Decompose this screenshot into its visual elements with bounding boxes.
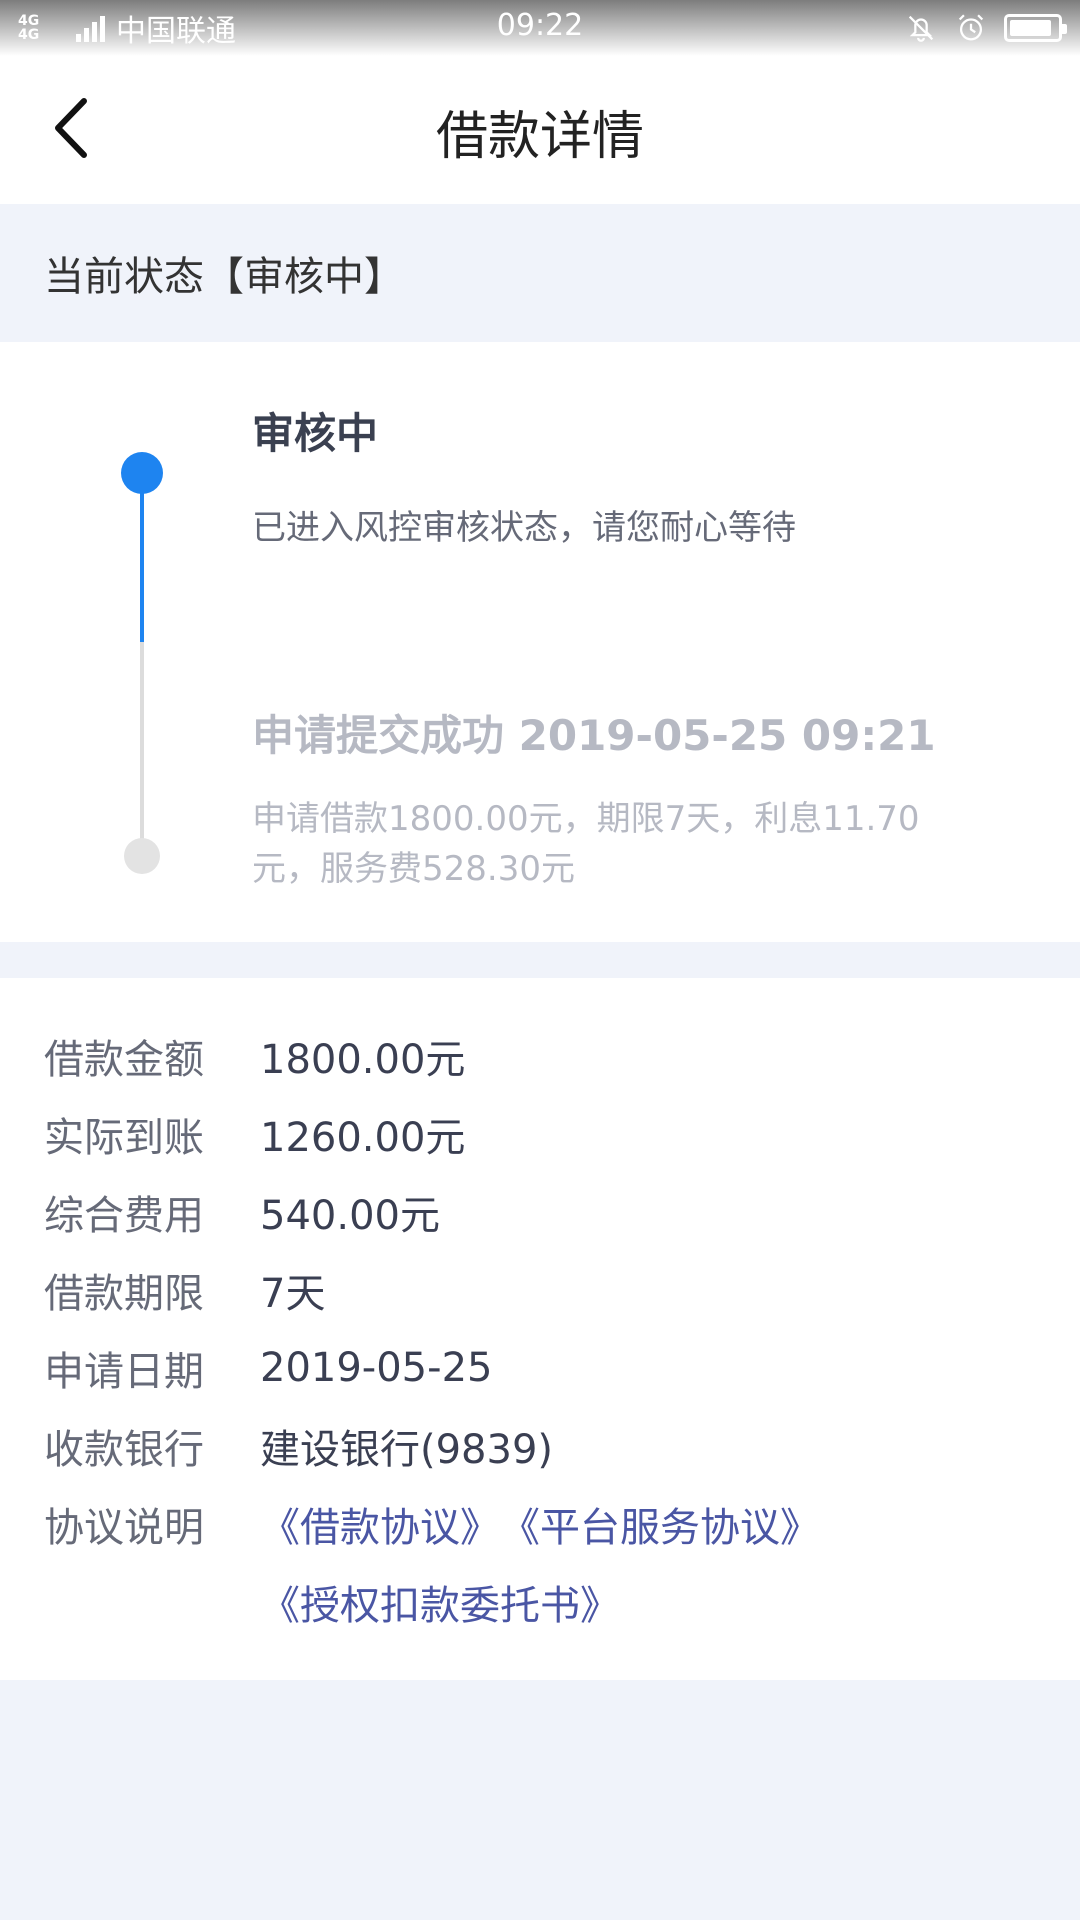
timeline-line-inactive <box>140 642 144 852</box>
detail-label: 借款期限 <box>44 1271 204 1317</box>
detail-label: 申请日期 <box>44 1349 204 1395</box>
detail-row-apply-date: 申请日期 2019-05-25 <box>44 1338 492 1398</box>
timeline-step-title: 申请提交成功 2019-05-25 09:21 <box>252 711 936 760</box>
platform-service-agreement-link[interactable]: 《平台服务协议》 <box>500 1495 820 1553</box>
timeline-step-title: 审核中 <box>252 409 379 458</box>
timeline-card: 审核中 已进入风控审核状态，请您耐心等待 申请提交成功 2019-05-25 0… <box>0 342 1080 942</box>
detail-row-bank: 收款银行 建设银行(9839) <box>44 1416 553 1476</box>
detail-value: 7天 <box>260 1271 326 1317</box>
status-bar-right <box>904 10 1067 46</box>
detail-value: 540.00元 <box>260 1193 440 1239</box>
detail-label: 协议说明 <box>44 1505 204 1551</box>
detail-row-amount: 借款金额 1800.00元 <box>44 1026 465 1086</box>
detail-value: 2019-05-25 <box>260 1345 493 1391</box>
battery-icon <box>1004 14 1067 42</box>
app-header: 借款详情 <box>0 56 1080 204</box>
loan-details-card: 借款金额 1800.00元 实际到账 1260.00元 综合费用 540.00元… <box>0 978 1080 1680</box>
timeline-dot-active <box>121 452 163 494</box>
loan-agreement-link[interactable]: 《借款协议》 <box>260 1495 500 1553</box>
detail-label: 综合费用 <box>44 1193 204 1239</box>
timeline-line-active <box>140 472 144 642</box>
detail-row-agreements: 协议说明 《借款协议》 《平台服务协议》 <box>44 1494 820 1554</box>
current-status-text: 当前状态【审核中】 <box>44 254 404 300</box>
detail-row-received: 实际到账 1260.00元 <box>44 1104 465 1164</box>
page-title: 借款详情 <box>435 107 644 167</box>
status-bar: 4G 4G 中国联通 09:22 <box>0 0 1080 56</box>
alarm-icon <box>958 14 984 41</box>
detail-row-fees: 综合费用 540.00元 <box>44 1182 440 1242</box>
detail-row-agreements-2: 《授权扣款委托书》 <box>260 1572 620 1632</box>
timeline-step-desc: 已进入风控审核状态，请您耐心等待 <box>252 508 796 548</box>
detail-label: 实际到账 <box>44 1115 204 1161</box>
timeline-dot-inactive <box>124 838 160 874</box>
detail-label: 借款金额 <box>44 1037 204 1083</box>
current-status-strip: 当前状态【审核中】 <box>0 204 1080 342</box>
battery-fill <box>1010 20 1052 36</box>
detail-value: 1260.00元 <box>260 1115 466 1161</box>
detail-value: 1800.00元 <box>260 1037 466 1083</box>
mute-bell-icon <box>908 15 934 42</box>
detail-value: 建设银行(9839) <box>260 1427 554 1473</box>
debit-authorization-link[interactable]: 《授权扣款委托书》 <box>260 1573 620 1631</box>
timeline-step-desc: 申请借款1800.00元，期限7天，利息11.70元，服务费528.30元 <box>252 799 920 889</box>
detail-label: 收款银行 <box>44 1427 204 1473</box>
detail-row-term: 借款期限 7天 <box>44 1260 325 1320</box>
